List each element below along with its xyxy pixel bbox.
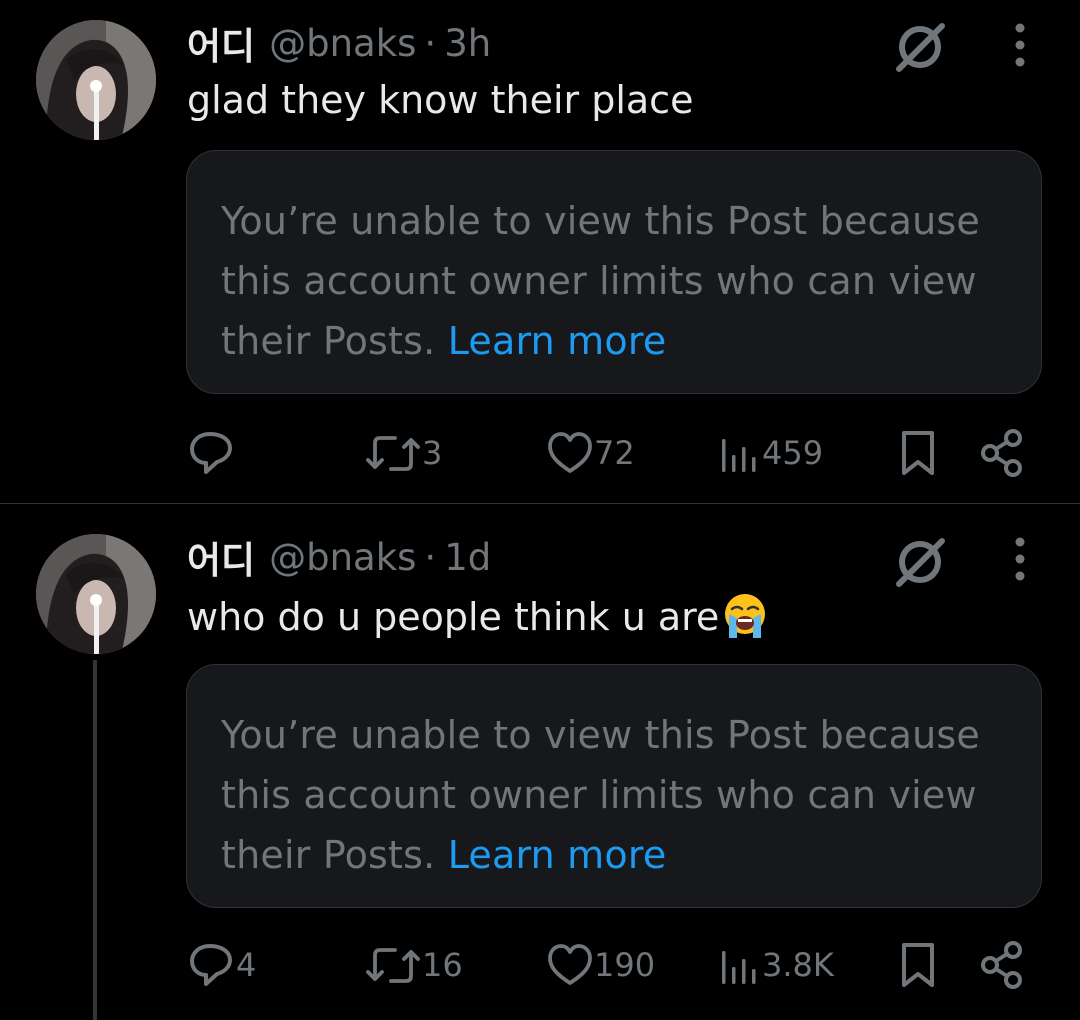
learn-more-link[interactable]: Learn more (448, 319, 667, 363)
views-button[interactable]: 3.8K (718, 940, 834, 990)
user-handle[interactable]: @bnaks (269, 536, 416, 579)
reply-button[interactable]: 4 (188, 940, 256, 990)
avatar[interactable] (36, 534, 156, 654)
no-reply-icon (892, 19, 948, 75)
post-actions: 3 72 459 (0, 428, 1080, 478)
user-handle[interactable]: @bnaks (269, 22, 416, 65)
post-text: who do u people think u are (187, 592, 769, 640)
profile-photo (36, 534, 156, 654)
repost-icon (366, 948, 420, 983)
like-button[interactable]: 190 (548, 940, 655, 990)
post[interactable]: 어디 @bnaks · 1d who do u people think u a… (0, 504, 1080, 1020)
restricted-post-card: You’re unable to view this Post because … (186, 664, 1042, 908)
repost-button[interactable]: 16 (366, 940, 463, 990)
repost-count: 16 (422, 946, 463, 984)
repost-icon (366, 436, 420, 471)
share-button[interactable] (978, 428, 1024, 478)
post-text: glad they know their place (187, 78, 693, 122)
more-vertical-icon[interactable] (1005, 20, 1035, 70)
post-actions: 4 16 190 3.8K (0, 940, 1080, 990)
reply-button[interactable] (188, 428, 236, 478)
separator: · (424, 21, 437, 65)
like-count: 72 (594, 434, 635, 472)
post[interactable]: 어디 @bnaks · 3h glad they know their plac… (0, 0, 1080, 504)
reply-icon (190, 432, 232, 474)
views-icon (722, 439, 756, 472)
post-header: 어디 @bnaks · 1d (187, 530, 491, 584)
like-count: 190 (594, 946, 656, 984)
bookmark-icon (902, 943, 934, 987)
like-button[interactable]: 72 (548, 428, 635, 478)
view-count: 3.8K (762, 946, 834, 984)
display-name[interactable]: 어디 (187, 16, 255, 70)
heart-icon (548, 944, 592, 985)
share-button[interactable] (978, 940, 1024, 990)
separator: · (424, 535, 437, 579)
loudly-crying-face-emoji (725, 594, 766, 638)
display-name[interactable]: 어디 (187, 530, 255, 584)
restricted-message: You’re unable to view this Post because … (221, 191, 1008, 371)
repost-count: 3 (422, 434, 443, 472)
share-icon (981, 429, 1022, 477)
views-icon (722, 951, 756, 984)
heart-icon (548, 432, 592, 473)
reply-count: 4 (236, 946, 257, 984)
view-count: 459 (762, 434, 824, 472)
repost-button[interactable]: 3 (366, 428, 442, 478)
restricted-message: You’re unable to view this Post because … (221, 705, 1008, 885)
post-time[interactable]: 3h (444, 22, 491, 65)
share-icon (981, 941, 1022, 989)
avatar[interactable] (36, 20, 156, 140)
post-text-content: who do u people think u are (187, 595, 720, 639)
more-vertical-icon[interactable] (1005, 534, 1035, 584)
views-button[interactable]: 459 (718, 428, 823, 478)
no-reply-icon (892, 534, 948, 590)
reply-icon (190, 944, 232, 986)
post-time[interactable]: 1d (444, 536, 491, 579)
post-text-content: glad they know their place (187, 78, 694, 122)
restricted-post-card: You’re unable to view this Post because … (186, 150, 1042, 394)
profile-photo (36, 20, 156, 140)
bookmark-button[interactable] (898, 428, 938, 478)
post-header: 어디 @bnaks · 3h (187, 16, 491, 70)
bookmark-button[interactable] (898, 940, 938, 990)
learn-more-link[interactable]: Learn more (448, 833, 667, 877)
bookmark-icon (902, 431, 934, 475)
